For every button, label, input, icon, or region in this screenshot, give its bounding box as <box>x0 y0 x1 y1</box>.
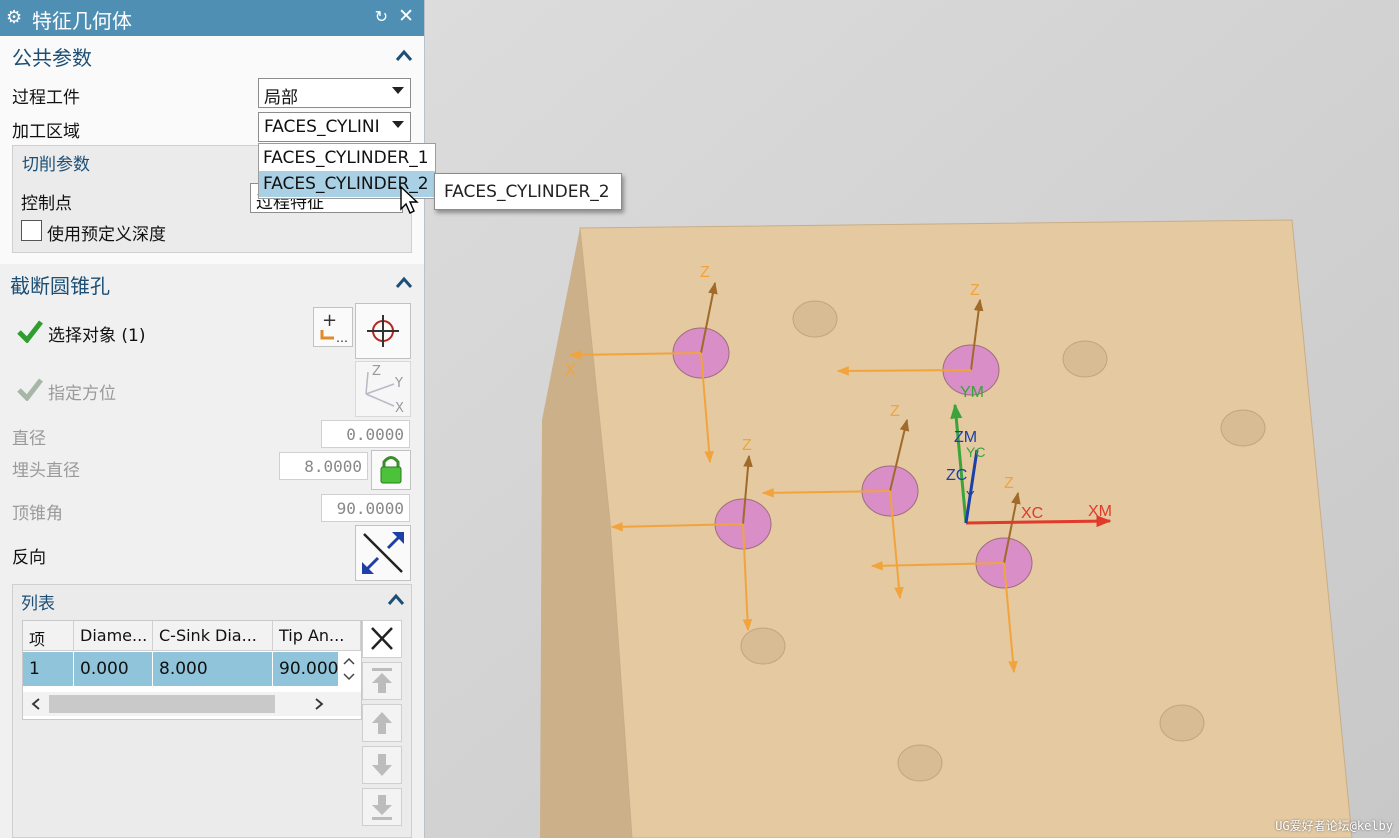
process-workpiece-label: 过程工件 <box>12 88 80 108</box>
collapse-icon[interactable] <box>395 275 413 289</box>
table-cell[interactable]: 8.000 <box>153 652 273 686</box>
add-new-set-button[interactable]: +… <box>313 307 353 347</box>
tooltip: FACES_CYLINDER_2 <box>434 173 622 210</box>
svg-text:XC: XC <box>1021 505 1043 522</box>
tip-angle-label: 顶锥角 <box>12 504 63 524</box>
svg-text:XM: XM <box>1088 503 1112 520</box>
tip-angle-input[interactable]: 90.0000 <box>321 494 410 522</box>
move-to-bottom-button[interactable] <box>362 788 402 826</box>
svg-text:X: X <box>395 401 404 416</box>
cut-params-title[interactable]: 切削参数 <box>22 150 90 175</box>
crosshair-icon <box>367 315 399 347</box>
reverse-label: 反向 <box>12 548 46 568</box>
csys-icon: Z Y X <box>365 364 404 416</box>
diameter-input[interactable]: 0.0000 <box>321 420 410 448</box>
column-header[interactable]: Diame... <box>74 621 153 651</box>
machining-area-label: 加工区域 <box>12 122 80 142</box>
feature-geometry-dialog: ⚙ 特征几何体 ↻ ✕ 公共参数 过程工件 局部 加工区域 FACES_CYLI… <box>0 0 425 838</box>
check-icon <box>17 320 43 343</box>
gear-icon: ⚙ <box>6 7 23 28</box>
column-header[interactable]: Tip An... <box>273 621 361 651</box>
move-down-button[interactable] <box>362 746 402 784</box>
svg-text:Z: Z <box>742 437 752 454</box>
watermark: UG爱好者论坛@kelby <box>1275 819 1393 833</box>
lock-icon <box>380 456 402 484</box>
table-cell[interactable]: 1 <box>23 652 74 686</box>
svg-text:Z: Z <box>970 282 980 299</box>
reverse-direction-button[interactable] <box>355 525 411 581</box>
arrow-down-icon <box>372 754 392 776</box>
svg-text:ZC: ZC <box>946 467 967 484</box>
section-common-params[interactable]: 公共参数 <box>12 42 92 71</box>
horizontal-scrollbar[interactable] <box>23 692 361 716</box>
svg-text:Z: Z <box>1004 475 1014 492</box>
svg-text:YC: YC <box>966 444 985 460</box>
block-top-face[interactable] <box>579 219 1353 838</box>
move-up-button[interactable] <box>362 704 402 742</box>
table-cell[interactable]: 90.000 <box>273 652 339 686</box>
control-point-label: 控制点 <box>21 194 72 214</box>
svg-text:Z: Z <box>700 264 710 281</box>
mouse-cursor-icon <box>400 185 419 214</box>
move-to-top-button[interactable] <box>362 662 402 700</box>
orientation-button[interactable]: Z Y X <box>355 361 411 417</box>
chevron-down-icon <box>392 121 404 128</box>
csink-diameter-label: 埋头直径 <box>12 461 80 481</box>
delete-button[interactable] <box>362 620 402 658</box>
specify-orientation-label: 指定方位 <box>48 384 116 404</box>
dropdown-option[interactable]: FACES_CYLINDER_1 <box>259 145 435 171</box>
lock-button[interactable] <box>371 450 411 490</box>
column-header[interactable]: 项 <box>23 621 74 651</box>
svg-text:Y: Y <box>966 488 975 503</box>
hole-list-table[interactable]: 项 Diame... C-Sink Dia... Tip An... 1 0.0… <box>22 620 362 720</box>
select-point-button[interactable] <box>355 303 411 359</box>
svg-text:X: X <box>565 362 576 379</box>
diameter-label: 直径 <box>12 429 46 449</box>
reset-icon[interactable]: ↻ <box>375 7 388 26</box>
collapse-icon[interactable] <box>387 592 405 606</box>
close-icon[interactable]: ✕ <box>398 5 414 27</box>
move-bottom-icon <box>372 795 392 820</box>
select-object-label: 选择对象 (1) <box>48 326 146 346</box>
check-icon <box>17 378 43 401</box>
table-cell[interactable]: 0.000 <box>74 652 153 686</box>
move-top-icon <box>372 668 392 693</box>
reverse-direction-icon <box>362 532 404 574</box>
svg-text:…: … <box>336 331 348 345</box>
column-header[interactable]: C-Sink Dia... <box>153 621 273 651</box>
section-truncated-cone-hole[interactable]: 截断圆锥孔 <box>10 270 110 299</box>
svg-text:Z: Z <box>372 364 381 379</box>
machining-area-select[interactable]: FACES_CYLINI <box>258 112 411 142</box>
predef-depth-label: 使用预定义深度 <box>47 225 166 245</box>
collapse-icon[interactable] <box>395 48 413 62</box>
chevron-down-icon <box>392 87 404 94</box>
csink-diameter-input[interactable]: 8.0000 <box>279 452 368 480</box>
list-title[interactable]: 列表 <box>21 589 55 614</box>
delete-icon <box>371 627 393 650</box>
svg-text:Z: Z <box>890 403 900 420</box>
svg-text:+: + <box>322 310 337 331</box>
svg-text:YM: YM <box>960 384 984 401</box>
dialog-title: 特征几何体 <box>32 9 132 33</box>
svg-text:Y: Y <box>394 376 403 391</box>
vertical-scrollbar[interactable] <box>339 652 359 686</box>
predef-depth-checkbox[interactable] <box>21 220 42 241</box>
arrow-up-icon <box>372 712 392 734</box>
process-workpiece-select[interactable]: 局部 <box>258 78 411 108</box>
dialog-titlebar[interactable]: ⚙ 特征几何体 ↻ ✕ <box>0 0 424 36</box>
